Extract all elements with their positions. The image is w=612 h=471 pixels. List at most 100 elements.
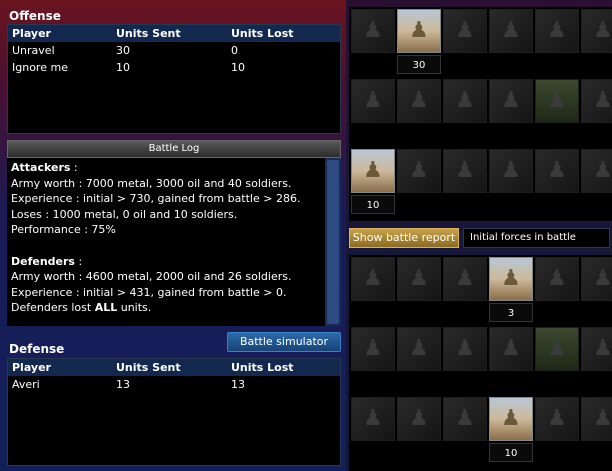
unit-slot[interactable]: ♟ xyxy=(534,78,580,148)
unit-slot[interactable]: ♟ xyxy=(534,396,580,466)
attackers-loses: Loses : 1000 metal, 0 oil and 10 soldier… xyxy=(11,207,238,221)
unit-image: ♟ xyxy=(489,79,533,123)
unit-slot[interactable]: ♟ xyxy=(534,326,580,396)
unit-image: ♟ xyxy=(443,79,487,123)
soldier-icon: ♟ xyxy=(455,336,475,361)
unit-image: ♟ xyxy=(397,257,441,301)
unit-slot[interactable]: ♟ xyxy=(580,326,612,396)
unit-slot[interactable]: ♟ xyxy=(580,78,612,148)
unit-slot[interactable]: ♟ 30 xyxy=(396,8,442,78)
defenders-heading-colon: : xyxy=(74,254,83,268)
unit-count xyxy=(397,443,441,462)
unit-image: ♟ xyxy=(351,397,395,441)
unit-count xyxy=(535,303,579,322)
unit-image: ♟ xyxy=(489,9,533,53)
unit-slot[interactable]: ♟ xyxy=(442,78,488,148)
soldier-icon: ♟ xyxy=(409,158,429,183)
unit-slot[interactable]: ♟ xyxy=(396,148,442,218)
soldier-icon: ♟ xyxy=(547,158,567,183)
unit-count: 30 xyxy=(397,55,441,74)
soldier-icon: ♟ xyxy=(455,18,475,43)
unit-slot[interactable]: ♟ 10 xyxy=(488,396,534,466)
unit-slot[interactable]: ♟ xyxy=(442,256,488,326)
unit-slot[interactable]: ♟ xyxy=(396,256,442,326)
soldier-icon: ♟ xyxy=(455,266,475,291)
unit-slot[interactable]: ♟ 3 xyxy=(488,256,534,326)
defenders-lost-prefix: Defenders lost xyxy=(11,301,95,315)
unit-slot[interactable]: ♟ xyxy=(396,78,442,148)
unit-slot[interactable]: ♟ xyxy=(488,148,534,218)
defenders-lost-all: ALL xyxy=(94,301,118,315)
unit-image: ♟ xyxy=(535,79,579,123)
unit-slot[interactable]: ♟ xyxy=(396,326,442,396)
battle-log-header: Battle Log xyxy=(7,140,341,158)
unit-slot[interactable]: ♟ xyxy=(442,148,488,218)
unit-slot[interactable]: ♟ xyxy=(442,8,488,78)
unit-image: ♟ xyxy=(443,327,487,371)
unit-slot[interactable]: ♟ xyxy=(350,8,396,78)
player-name[interactable]: Averi xyxy=(8,378,112,391)
unit-slot[interactable]: ♟ xyxy=(350,256,396,326)
unit-count xyxy=(581,55,612,74)
unit-slot[interactable]: ♟ xyxy=(488,326,534,396)
unit-count xyxy=(489,125,533,144)
scrollbar-thumb[interactable] xyxy=(327,160,339,324)
unit-image: ♟ xyxy=(397,397,441,441)
soldier-icon: ♟ xyxy=(409,88,429,113)
table-row: Ignore me 10 10 xyxy=(8,59,340,76)
unit-count xyxy=(489,373,533,392)
unit-count xyxy=(581,195,612,214)
unit-count xyxy=(443,443,487,462)
unit-slot[interactable]: ♟ xyxy=(534,8,580,78)
player-name[interactable]: Unravel xyxy=(8,44,112,57)
show-battle-report-button[interactable]: Show battle report xyxy=(349,228,459,248)
unit-slot[interactable]: ♟ xyxy=(396,396,442,466)
soldier-icon: ♟ xyxy=(501,336,521,361)
unit-image: ♟ xyxy=(443,397,487,441)
battle-simulator-button[interactable]: Battle simulator xyxy=(227,332,341,352)
soldier-icon: ♟ xyxy=(363,266,383,291)
unit-slot[interactable]: ♟ xyxy=(350,326,396,396)
soldier-icon: ♟ xyxy=(547,88,567,113)
defenders-army-worth: Army worth : 4600 metal, 2000 oil and 26… xyxy=(11,270,292,284)
defenders-heading-line: Defenders : xyxy=(11,254,321,270)
offense-table: Player Units Sent Units Lost Unravel 30 … xyxy=(7,24,341,134)
defenders-experience: Experience : initial > 431, gained from … xyxy=(11,285,287,299)
unit-image: ♟ xyxy=(535,257,579,301)
unit-image: ♟ xyxy=(443,257,487,301)
column-header-units-lost: Units Lost xyxy=(231,27,294,40)
unit-image: ♟ xyxy=(489,149,533,193)
unit-image: ♟ xyxy=(581,257,612,301)
unit-image: ♟ xyxy=(397,149,441,193)
unit-count xyxy=(397,125,441,144)
player-name[interactable]: Ignore me xyxy=(8,61,112,74)
unit-slot[interactable]: ♟ xyxy=(350,78,396,148)
log-spacer xyxy=(11,238,321,254)
unit-slot[interactable]: ♟ xyxy=(580,396,612,466)
soldier-icon: ♟ xyxy=(593,88,612,113)
unit-slot[interactable]: ♟ xyxy=(534,256,580,326)
report-view-select[interactable]: Initial forces in battle xyxy=(463,228,610,248)
unit-slot[interactable]: ♟ xyxy=(442,396,488,466)
defenders-heading: Defenders xyxy=(11,254,75,268)
unit-slot[interactable]: ♟ 10 xyxy=(350,148,396,218)
unit-slot[interactable]: ♟ xyxy=(580,8,612,78)
soldier-icon: ♟ xyxy=(501,406,521,431)
unit-slot[interactable]: ♟ xyxy=(350,396,396,466)
unit-slot[interactable]: ♟ xyxy=(488,78,534,148)
unit-slot[interactable]: ♟ xyxy=(442,326,488,396)
unit-slot[interactable]: ♟ xyxy=(534,148,580,218)
unit-image: ♟ xyxy=(581,397,612,441)
attackers-army-worth: Army worth : 7000 metal, 3000 oil and 40… xyxy=(11,176,292,190)
soldier-icon: ♟ xyxy=(363,88,383,113)
unit-count xyxy=(535,195,579,214)
unit-count xyxy=(351,443,395,462)
defense-table-header: Player Units Sent Units Lost xyxy=(8,359,340,376)
battle-log-scrollbar[interactable] xyxy=(325,158,341,326)
unit-image: ♟ xyxy=(489,257,533,301)
unit-image: ♟ xyxy=(535,9,579,53)
unit-count xyxy=(397,373,441,392)
unit-slot[interactable]: ♟ xyxy=(488,8,534,78)
unit-slot[interactable]: ♟ xyxy=(580,256,612,326)
unit-slot[interactable]: ♟ xyxy=(580,148,612,218)
